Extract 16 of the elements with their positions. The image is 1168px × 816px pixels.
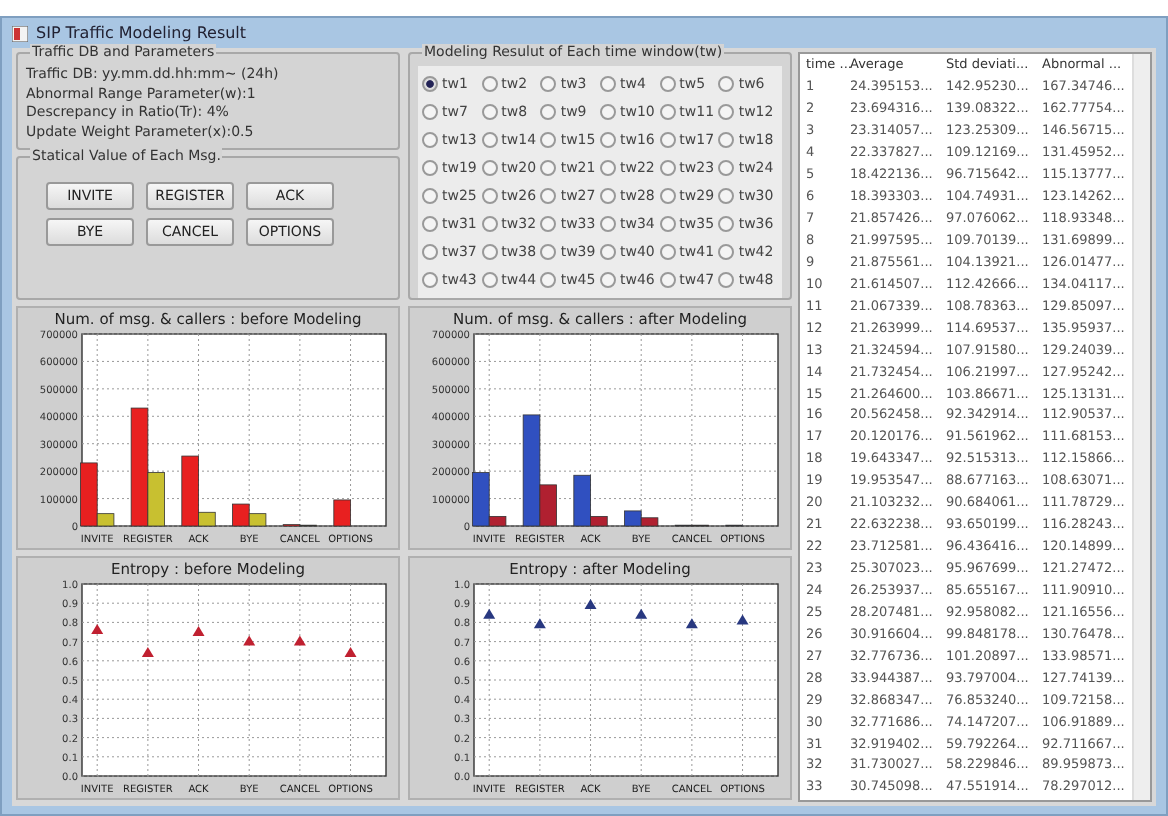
scrollbar[interactable] xyxy=(1132,54,1150,800)
data-point xyxy=(685,618,698,629)
bar xyxy=(333,499,351,527)
data-point xyxy=(344,647,357,658)
data-point xyxy=(584,599,597,610)
data-point xyxy=(192,626,205,636)
data-point xyxy=(635,608,648,619)
window-title: SIP Traffic Modeling Result xyxy=(36,24,247,42)
data-point xyxy=(243,635,256,646)
data-point xyxy=(91,624,104,635)
app-icon xyxy=(12,25,28,41)
data-point xyxy=(141,647,154,658)
data-point xyxy=(736,614,749,625)
data-point xyxy=(293,635,306,646)
data-point xyxy=(483,608,496,619)
data-point xyxy=(533,618,546,629)
